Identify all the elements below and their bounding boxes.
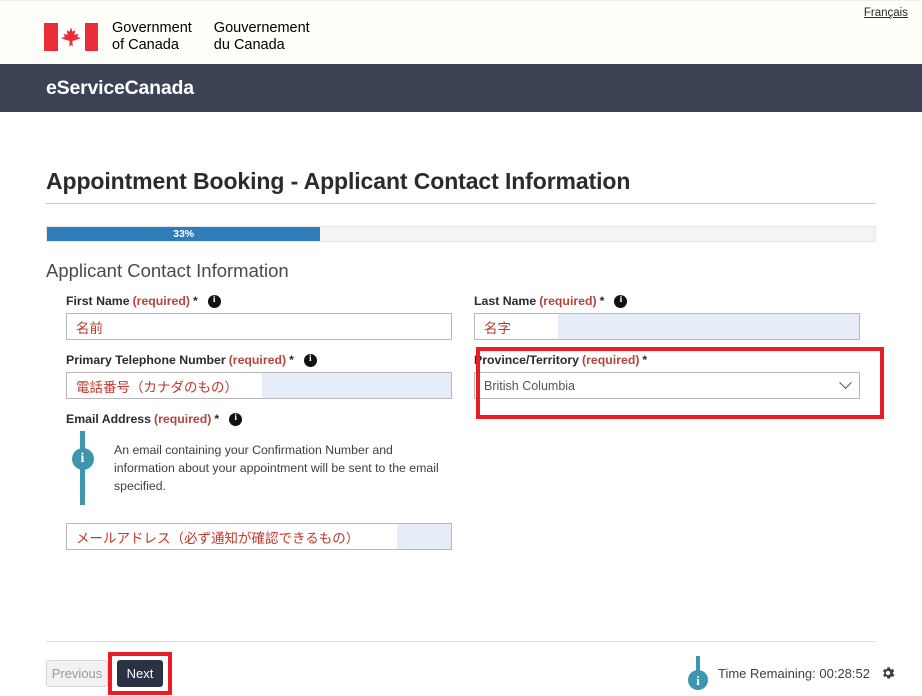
telephone-input-value: 電話番号（カナダのもの）: [76, 379, 238, 396]
first-name-label: First Name (required) * i: [66, 294, 452, 308]
top-band: Français Government of Canada Gouverneme…: [0, 0, 922, 64]
email-field-group: Email Address (required) * i i An email …: [66, 412, 452, 550]
progress-bar: 33%: [46, 226, 876, 242]
first-name-required-text: (required): [132, 294, 190, 308]
province-select[interactable]: British Columbia: [474, 372, 860, 399]
last-name-input[interactable]: 名字: [474, 313, 860, 340]
application-header-bar: eServiceCanada: [0, 64, 922, 112]
first-name-input[interactable]: 名前: [66, 313, 452, 340]
progress-bar-label: 33%: [173, 228, 195, 240]
last-name-required-text: (required): [539, 294, 597, 308]
government-of-canada-wordmark: Government of Canada Gouvernement du Can…: [44, 20, 310, 53]
info-circle-icon: i: [71, 448, 94, 470]
email-label: Email Address (required) * i: [66, 412, 452, 426]
last-name-info-icon[interactable]: i: [614, 294, 628, 308]
session-timer-area: i Time Remaining: 00:28:52: [688, 656, 896, 690]
email-asterisk: *: [214, 412, 220, 426]
previous-button[interactable]: Previous: [46, 659, 108, 687]
email-label-text: Email Address: [66, 412, 151, 426]
timer-info-icon-wrap: i: [688, 656, 708, 690]
next-button[interactable]: Next: [117, 659, 163, 687]
wordmark-en-line1: Government: [112, 20, 192, 36]
telephone-info-icon[interactable]: i: [303, 353, 317, 367]
wordmark-french: Gouvernement du Canada: [214, 20, 310, 53]
telephone-input[interactable]: 電話番号（カナダのもの）: [66, 372, 452, 399]
province-label-text: Province/Territory: [474, 353, 580, 367]
wordmark-english: Government of Canada: [112, 20, 192, 53]
email-input[interactable]: メールアドレス（必ず通知が確認できるもの）: [66, 523, 452, 550]
callout-accent-bar: i: [71, 431, 94, 505]
progress-bar-fill: 33%: [47, 227, 321, 241]
last-name-label-text: Last Name: [474, 294, 537, 308]
info-circle-icon: i: [688, 670, 708, 690]
form-column-right: Last Name (required) * i 名字 Province/Ter…: [452, 294, 884, 563]
last-name-field-group: Last Name (required) * i 名字: [474, 294, 884, 340]
email-required-text: (required): [153, 412, 212, 426]
province-asterisk: *: [642, 353, 648, 367]
email-info-icon[interactable]: i: [229, 412, 243, 426]
footer-divider: [46, 641, 876, 642]
language-toggle-link[interactable]: Français: [864, 7, 908, 19]
first-name-field-group: First Name (required) * i 名前: [66, 294, 452, 340]
province-label: Province/Territory (required) *: [474, 353, 884, 367]
telephone-required-text: (required): [228, 353, 287, 367]
last-name-input-value: 名字: [484, 320, 511, 337]
province-required-text: (required): [582, 353, 640, 367]
next-button-wrapper: Next: [108, 651, 172, 695]
time-remaining-text: Time Remaining: 00:28:52: [718, 665, 870, 681]
telephone-label-text: Primary Telephone Number: [66, 353, 226, 367]
email-info-callout: i An email containing your Confirmation …: [66, 431, 454, 505]
first-name-input-value: 名前: [76, 320, 103, 337]
canada-flag-icon: [44, 22, 98, 51]
wordmark-fr-line1: Gouvernement: [213, 20, 310, 36]
main-content: Appointment Booking - Applicant Contact …: [0, 168, 922, 563]
last-name-asterisk: *: [599, 294, 605, 308]
email-callout-text: An email containing your Confirmation Nu…: [114, 443, 439, 493]
telephone-field-group: Primary Telephone Number (required) * i …: [66, 353, 452, 399]
section-heading: Applicant Contact Information: [46, 260, 289, 281]
province-selected-value: British Columbia: [484, 378, 576, 393]
contact-information-form: First Name (required) * i 名前 Primary Tel…: [20, 294, 902, 563]
last-name-label: Last Name (required) * i: [474, 294, 884, 308]
wordmark-en-line2: of Canada: [112, 36, 179, 53]
gear-icon[interactable]: [880, 665, 896, 681]
application-title: eServiceCanada: [46, 76, 194, 99]
maple-leaf-icon: [61, 26, 81, 47]
first-name-asterisk: *: [192, 294, 198, 308]
chevron-down-icon: [839, 376, 852, 390]
telephone-label: Primary Telephone Number (required) * i: [66, 353, 452, 367]
first-name-info-icon[interactable]: i: [207, 294, 221, 308]
first-name-label-text: First Name: [66, 294, 130, 308]
title-divider: [46, 203, 876, 204]
telephone-asterisk: *: [289, 353, 294, 367]
page-title: Appointment Booking - Applicant Contact …: [46, 168, 631, 194]
wordmark-fr-line2: du Canada: [213, 36, 285, 53]
email-input-value: メールアドレス（必ず通知が確認できるもの）: [76, 530, 360, 547]
form-footer: Previous Next i Time Remaining: 00:28:52: [0, 650, 922, 696]
form-column-left: First Name (required) * i 名前 Primary Tel…: [20, 294, 452, 563]
province-field-group: Province/Territory (required) * British …: [474, 347, 884, 419]
